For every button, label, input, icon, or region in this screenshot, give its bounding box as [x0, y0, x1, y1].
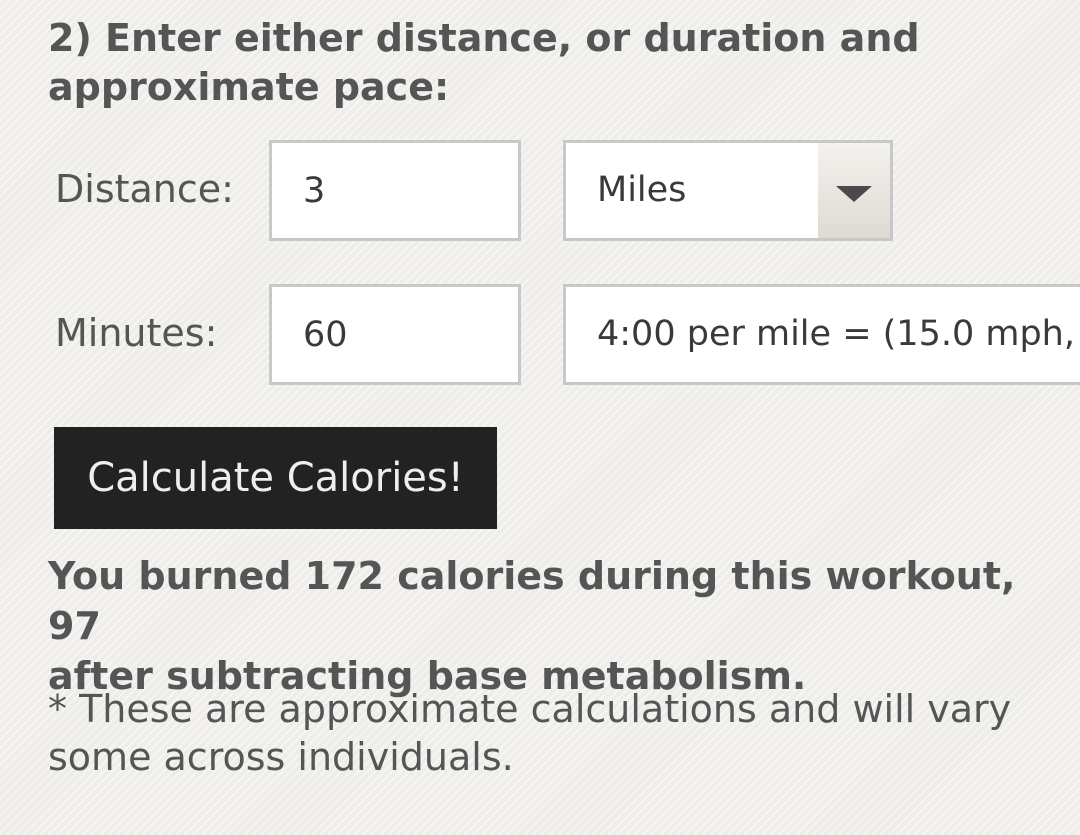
disclaimer-note: * These are approximate calculations and… [48, 685, 1048, 781]
chevron-down-icon [836, 186, 872, 202]
disclaimer-line1: * These are approximate calculations and… [48, 687, 1012, 731]
distance-label: Distance: [55, 167, 234, 211]
dropdown-arrow-button[interactable] [818, 143, 890, 238]
pace-selected-value: 4:00 per mile = (15.0 mph, 2 [597, 314, 1080, 354]
step-heading-line2: approximate pace: [48, 65, 450, 109]
calorie-result-line1: You burned 172 calories during this work… [48, 554, 1016, 648]
distance-unit-selected-value: Miles [597, 170, 687, 210]
calculate-calories-button[interactable]: Calculate Calories! [54, 427, 497, 529]
pace-select[interactable]: 4:00 per mile = (15.0 mph, 2 [563, 284, 1080, 385]
minutes-label: Minutes: [55, 311, 218, 355]
distance-unit-select[interactable]: Miles [563, 140, 893, 241]
minutes-input[interactable] [269, 284, 521, 385]
step-heading-line1: 2) Enter either distance, or duration an… [48, 16, 920, 60]
step-heading: 2) Enter either distance, or duration an… [48, 14, 1048, 112]
disclaimer-line2: some across individuals. [48, 735, 514, 779]
distance-input[interactable] [269, 140, 521, 241]
calorie-result: You burned 172 calories during this work… [48, 551, 1048, 701]
